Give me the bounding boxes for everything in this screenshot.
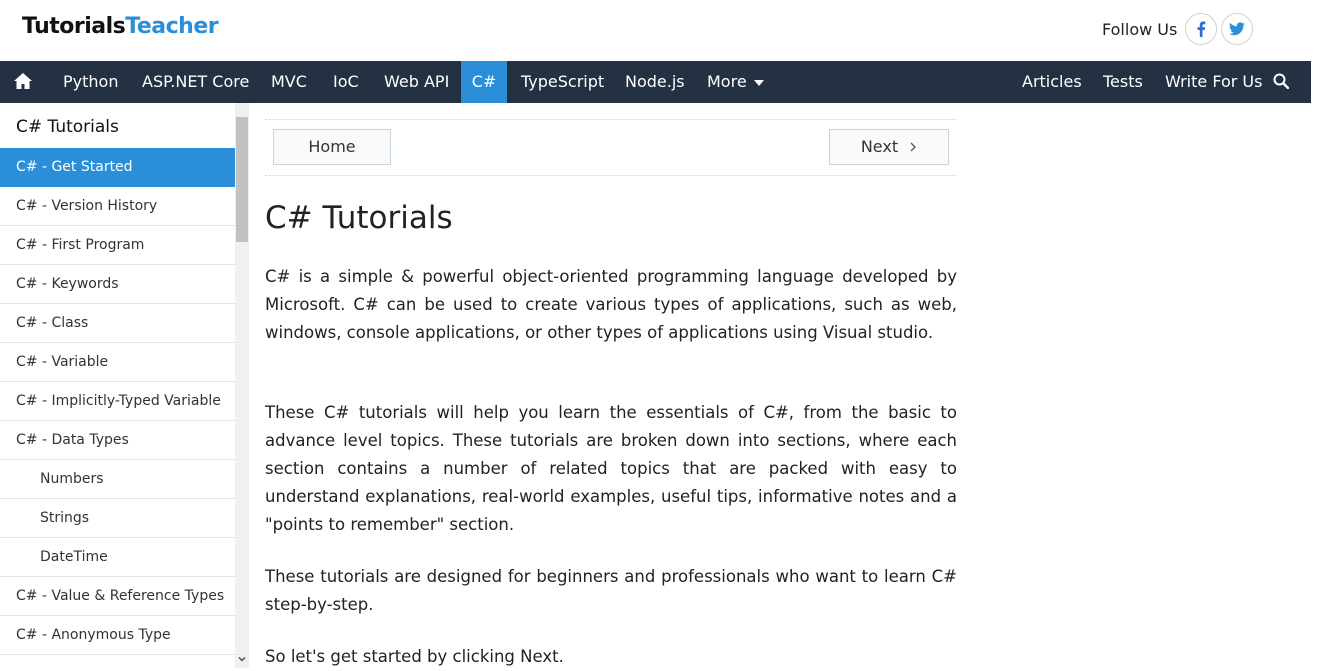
follow-us-label: Follow Us xyxy=(1102,20,1178,39)
logo-text-part2: Teacher xyxy=(125,14,219,39)
overview-paragraph: These C# tutorials will help you learn t… xyxy=(265,403,957,534)
nav-item-write-for-us[interactable]: Write For Us xyxy=(1165,61,1262,103)
intro-paragraph: C# is a simple & powerful object-oriente… xyxy=(265,267,957,342)
sidebar-item-label: C# - Anonymous Type xyxy=(16,627,171,643)
scroll-down-arrow-icon[interactable] xyxy=(236,653,248,665)
page-title: C# Tutorials xyxy=(265,200,453,236)
caret-down-icon xyxy=(753,79,764,86)
home-icon[interactable] xyxy=(13,71,33,91)
sidebar-item-value-reference-types[interactable]: C# - Value & Reference Types xyxy=(0,577,235,616)
sidebar-item-label: C# - Value & Reference Types xyxy=(16,588,225,604)
sidebar-item-label: C# - Get Started xyxy=(16,159,133,175)
sidebar-item-label: C# - Implicitly-Typed Variable xyxy=(16,393,221,409)
sidebar-item-label: DateTime xyxy=(40,549,108,565)
nav-more-label: More xyxy=(707,72,747,91)
sidebar-item-data-types[interactable]: C# - Data Types xyxy=(0,421,235,460)
audience-paragraph: These tutorials are designed for beginne… xyxy=(265,567,957,614)
site-logo[interactable]: TutorialsTeacher xyxy=(22,14,219,39)
nav-item-csharp[interactable]: C# xyxy=(461,61,507,103)
nav-item-tests[interactable]: Tests xyxy=(1103,61,1143,103)
facebook-icon xyxy=(1197,21,1206,37)
nav-item-typescript[interactable]: TypeScript xyxy=(521,61,604,103)
sidebar-title: C# Tutorials xyxy=(16,117,119,137)
sidebar-item-datetime[interactable]: DateTime xyxy=(0,538,235,577)
sidebar-item-keywords[interactable]: C# - Keywords xyxy=(0,265,235,304)
sidebar-item-label: C# - Data Types xyxy=(16,432,129,448)
sidebar-item-variable[interactable]: C# - Variable xyxy=(0,343,235,382)
search-icon[interactable] xyxy=(1273,73,1289,89)
nav-item-ioc[interactable]: IoC xyxy=(333,61,359,103)
nav-item-aspnet-core[interactable]: ASP.NET Core xyxy=(142,61,249,103)
sidebar-item-anonymous-type[interactable]: C# - Anonymous Type xyxy=(0,616,235,655)
twitter-link[interactable] xyxy=(1221,13,1253,45)
nav-item-web-api[interactable]: Web API xyxy=(384,61,449,103)
sidebar-item-label: C# - Keywords xyxy=(16,276,119,292)
sidebar-nav: C# Tutorials C# - Get Started C# - Versi… xyxy=(0,103,235,668)
sidebar-item-label: Strings xyxy=(40,510,90,526)
nav-item-python[interactable]: Python xyxy=(63,61,118,103)
site-header: TutorialsTeacher Follow Us xyxy=(0,0,1326,61)
sidebar-scrollbar-thumb[interactable] xyxy=(236,117,248,242)
sidebar-item-version-history[interactable]: C# - Version History xyxy=(0,187,235,226)
next-button-label: Next xyxy=(860,137,899,156)
main-navbar: Python ASP.NET Core MVC IoC Web API C# T… xyxy=(0,61,1311,103)
nav-item-nodejs[interactable]: Node.js xyxy=(625,61,685,103)
sidebar-item-label: Numbers xyxy=(40,471,104,487)
sidebar-item-implicitly-typed-variable[interactable]: C# - Implicitly-Typed Variable xyxy=(0,382,235,421)
nav-item-more[interactable]: More xyxy=(707,61,764,103)
page-navigation: Home Next xyxy=(265,119,957,176)
next-button[interactable]: Next xyxy=(829,129,949,165)
twitter-icon xyxy=(1229,22,1245,36)
nav-item-mvc[interactable]: MVC xyxy=(271,61,307,103)
get-started-paragraph: So let's get started by clicking Next. xyxy=(265,647,564,666)
nav-item-articles[interactable]: Articles xyxy=(1022,61,1082,103)
sidebar-item-label: C# - Version History xyxy=(16,198,158,214)
facebook-link[interactable] xyxy=(1185,13,1217,45)
sidebar-item-first-program[interactable]: C# - First Program xyxy=(0,226,235,265)
sidebar-item-numbers[interactable]: Numbers xyxy=(0,460,235,499)
logo-text-part1: Tutorials xyxy=(22,14,126,39)
sidebar-item-label: C# - Variable xyxy=(16,354,109,370)
sidebar-item-class[interactable]: C# - Class xyxy=(0,304,235,343)
home-button[interactable]: Home xyxy=(273,129,391,165)
sidebar-item-get-started[interactable]: C# - Get Started xyxy=(0,148,235,187)
sidebar-item-strings[interactable]: Strings xyxy=(0,499,235,538)
chevron-right-icon xyxy=(910,142,917,152)
sidebar-item-label: C# - Class xyxy=(16,315,89,331)
sidebar-item-label: C# - First Program xyxy=(16,237,145,253)
